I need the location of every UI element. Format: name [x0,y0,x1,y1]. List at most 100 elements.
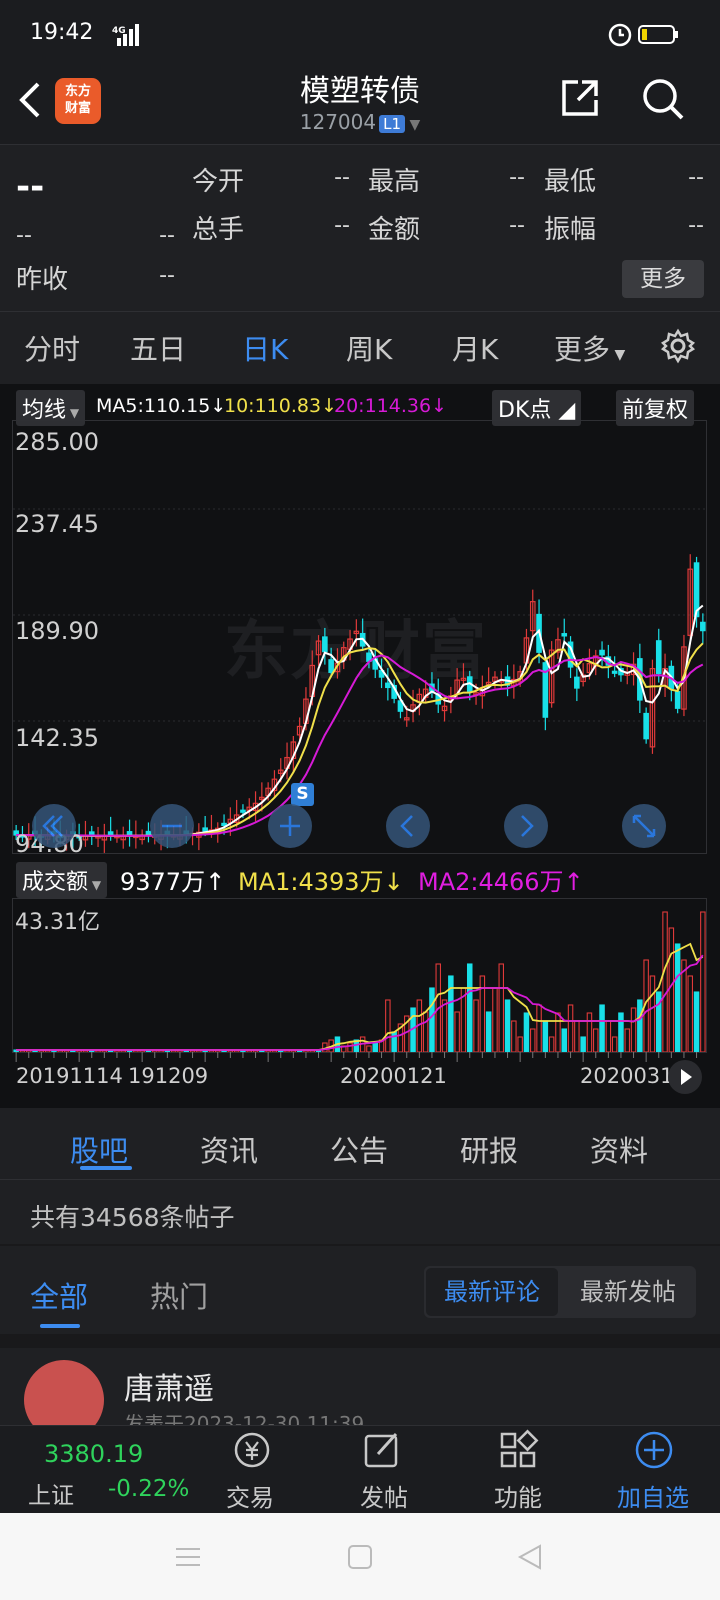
volume-bar [662,911,668,1052]
tab-more[interactable]: 更多 ▼ [554,328,625,368]
tab-intraday[interactable]: 分时 [24,328,80,368]
volume-bar [542,1020,549,1052]
scroll-right-button[interactable] [668,1060,702,1094]
ma10-value: 10:110.83↓ [224,395,337,417]
candle-body [221,822,227,826]
volume-bar [385,999,391,1052]
volume-chart[interactable] [13,899,706,1052]
pan-right-button[interactable] [504,804,548,848]
filter-hot[interactable]: 热门 [150,1274,208,1316]
toolbar-trade[interactable]: 交易 [200,1478,300,1513]
candle-body [655,640,662,675]
tab-weekly-k[interactable]: 周K [346,328,392,368]
fullscreen-button[interactable] [622,804,666,848]
tab-daily-k[interactable]: 日K [242,328,288,368]
signal-icon [117,24,139,46]
posts-section: 共有34568条帖子 全部 热门 最新评论 最新发帖 唐萧遥 发表于2023-1… [0,1180,720,1440]
candle-body [240,809,246,813]
sort-latest-comment[interactable]: 最新评论 [426,1268,558,1316]
volume-bar [674,943,681,1052]
minus-icon [162,824,182,828]
index-value[interactable]: 3380.19 [44,1440,143,1468]
battery-icon [638,25,678,44]
bottom-toolbar: 3380.19 上证 -0.22% 交易 发帖 功能 加自选 [0,1425,720,1513]
volume-bar [429,987,435,1052]
tab-guba[interactable]: 股吧 [70,1128,128,1170]
search-icon[interactable] [640,76,686,122]
volume-bar [536,1004,542,1052]
edit-icon [364,1432,398,1468]
change-pct: -- [159,223,175,248]
home-icon[interactable] [346,1543,374,1571]
x-tick: 20191114 [16,1064,123,1088]
tab-monthly-k[interactable]: 月K [452,328,498,368]
expand-icon [632,814,656,838]
volume-bar [454,1011,460,1052]
candle-body [643,712,649,740]
volume-bar [700,911,706,1052]
header: 东方 财富 模塑转债 127004 L1 ▼ [0,66,720,144]
toolbar-functions[interactable]: 功能 [468,1478,568,1513]
volume-bar [422,1011,429,1052]
tab-profile[interactable]: 资料 [590,1128,648,1170]
page-title: 模塑转债 [300,74,420,109]
y-tick: 189.90 [15,617,99,645]
prev-close-value: -- [159,263,175,288]
share-icon[interactable] [560,78,600,118]
volume-bar [548,1036,555,1052]
plus-icon [280,816,300,836]
volume-bar [492,987,498,1052]
bond-code-text: 127004 [299,110,377,134]
zoom-in-button[interactable] [268,804,312,848]
volume-bar [580,1036,586,1052]
back-nav-icon[interactable] [516,1543,544,1571]
volume-bar [567,1004,574,1052]
double-chevron-left-icon [42,815,63,837]
signal-badge[interactable]: S [291,783,314,806]
volume-indicator-select[interactable]: 成交额 ▼ [16,862,108,898]
menu-icon[interactable] [174,1543,202,1571]
bond-code[interactable]: 127004 L1 ▼ [0,110,720,134]
y-tick: 237.45 [15,510,99,538]
kline-chart[interactable] [13,421,706,853]
volume-bar [592,1028,599,1052]
zoom-out-button[interactable] [150,804,194,848]
toolbar-add-watchlist[interactable]: 加自选 [603,1478,703,1513]
divider [0,1334,720,1348]
volume-bar [372,1042,379,1052]
tab-five-day[interactable]: 五日 [130,328,186,368]
volume-bar [466,963,473,1052]
more-button[interactable]: 更多 [622,260,704,298]
amount-value: -- [509,213,525,238]
chevron-right-icon [521,815,534,837]
high-value: -- [509,165,525,190]
volume-ma1-text: MA1:4393万 [238,868,384,896]
filter-all[interactable]: 全部 [30,1274,88,1316]
tab-research[interactable]: 研报 [460,1128,518,1170]
pan-left-button[interactable] [386,804,430,848]
candle-body [674,691,681,709]
volume-bar [498,963,505,1052]
sort-latest-post[interactable]: 最新发帖 [562,1268,694,1316]
settings-icon[interactable] [660,328,696,364]
low-value: -- [688,165,704,190]
tab-news[interactable]: 资讯 [200,1128,258,1170]
tab-announcements[interactable]: 公告 [330,1128,388,1170]
change-value: -- [16,223,32,248]
open-label: 今开 [192,167,245,197]
volume-bar [586,1012,593,1052]
candle-body [328,659,334,673]
volume-bar [624,1028,631,1052]
amplitude-value: -- [688,213,704,238]
volume-bar [347,1042,353,1052]
index-change: -0.22% [108,1476,190,1502]
x-tick: 20200121 [340,1064,447,1088]
volume-bar [441,999,448,1052]
yuan-circle-icon [234,1432,270,1468]
toolbar-post[interactable]: 发帖 [334,1478,434,1513]
volume-bar [391,1031,397,1052]
x-tick: 2020031 [580,1064,674,1088]
candle-body [385,682,391,689]
pan-left-fast-button[interactable] [32,804,76,848]
post-author[interactable]: 唐萧遥 [124,1364,214,1408]
